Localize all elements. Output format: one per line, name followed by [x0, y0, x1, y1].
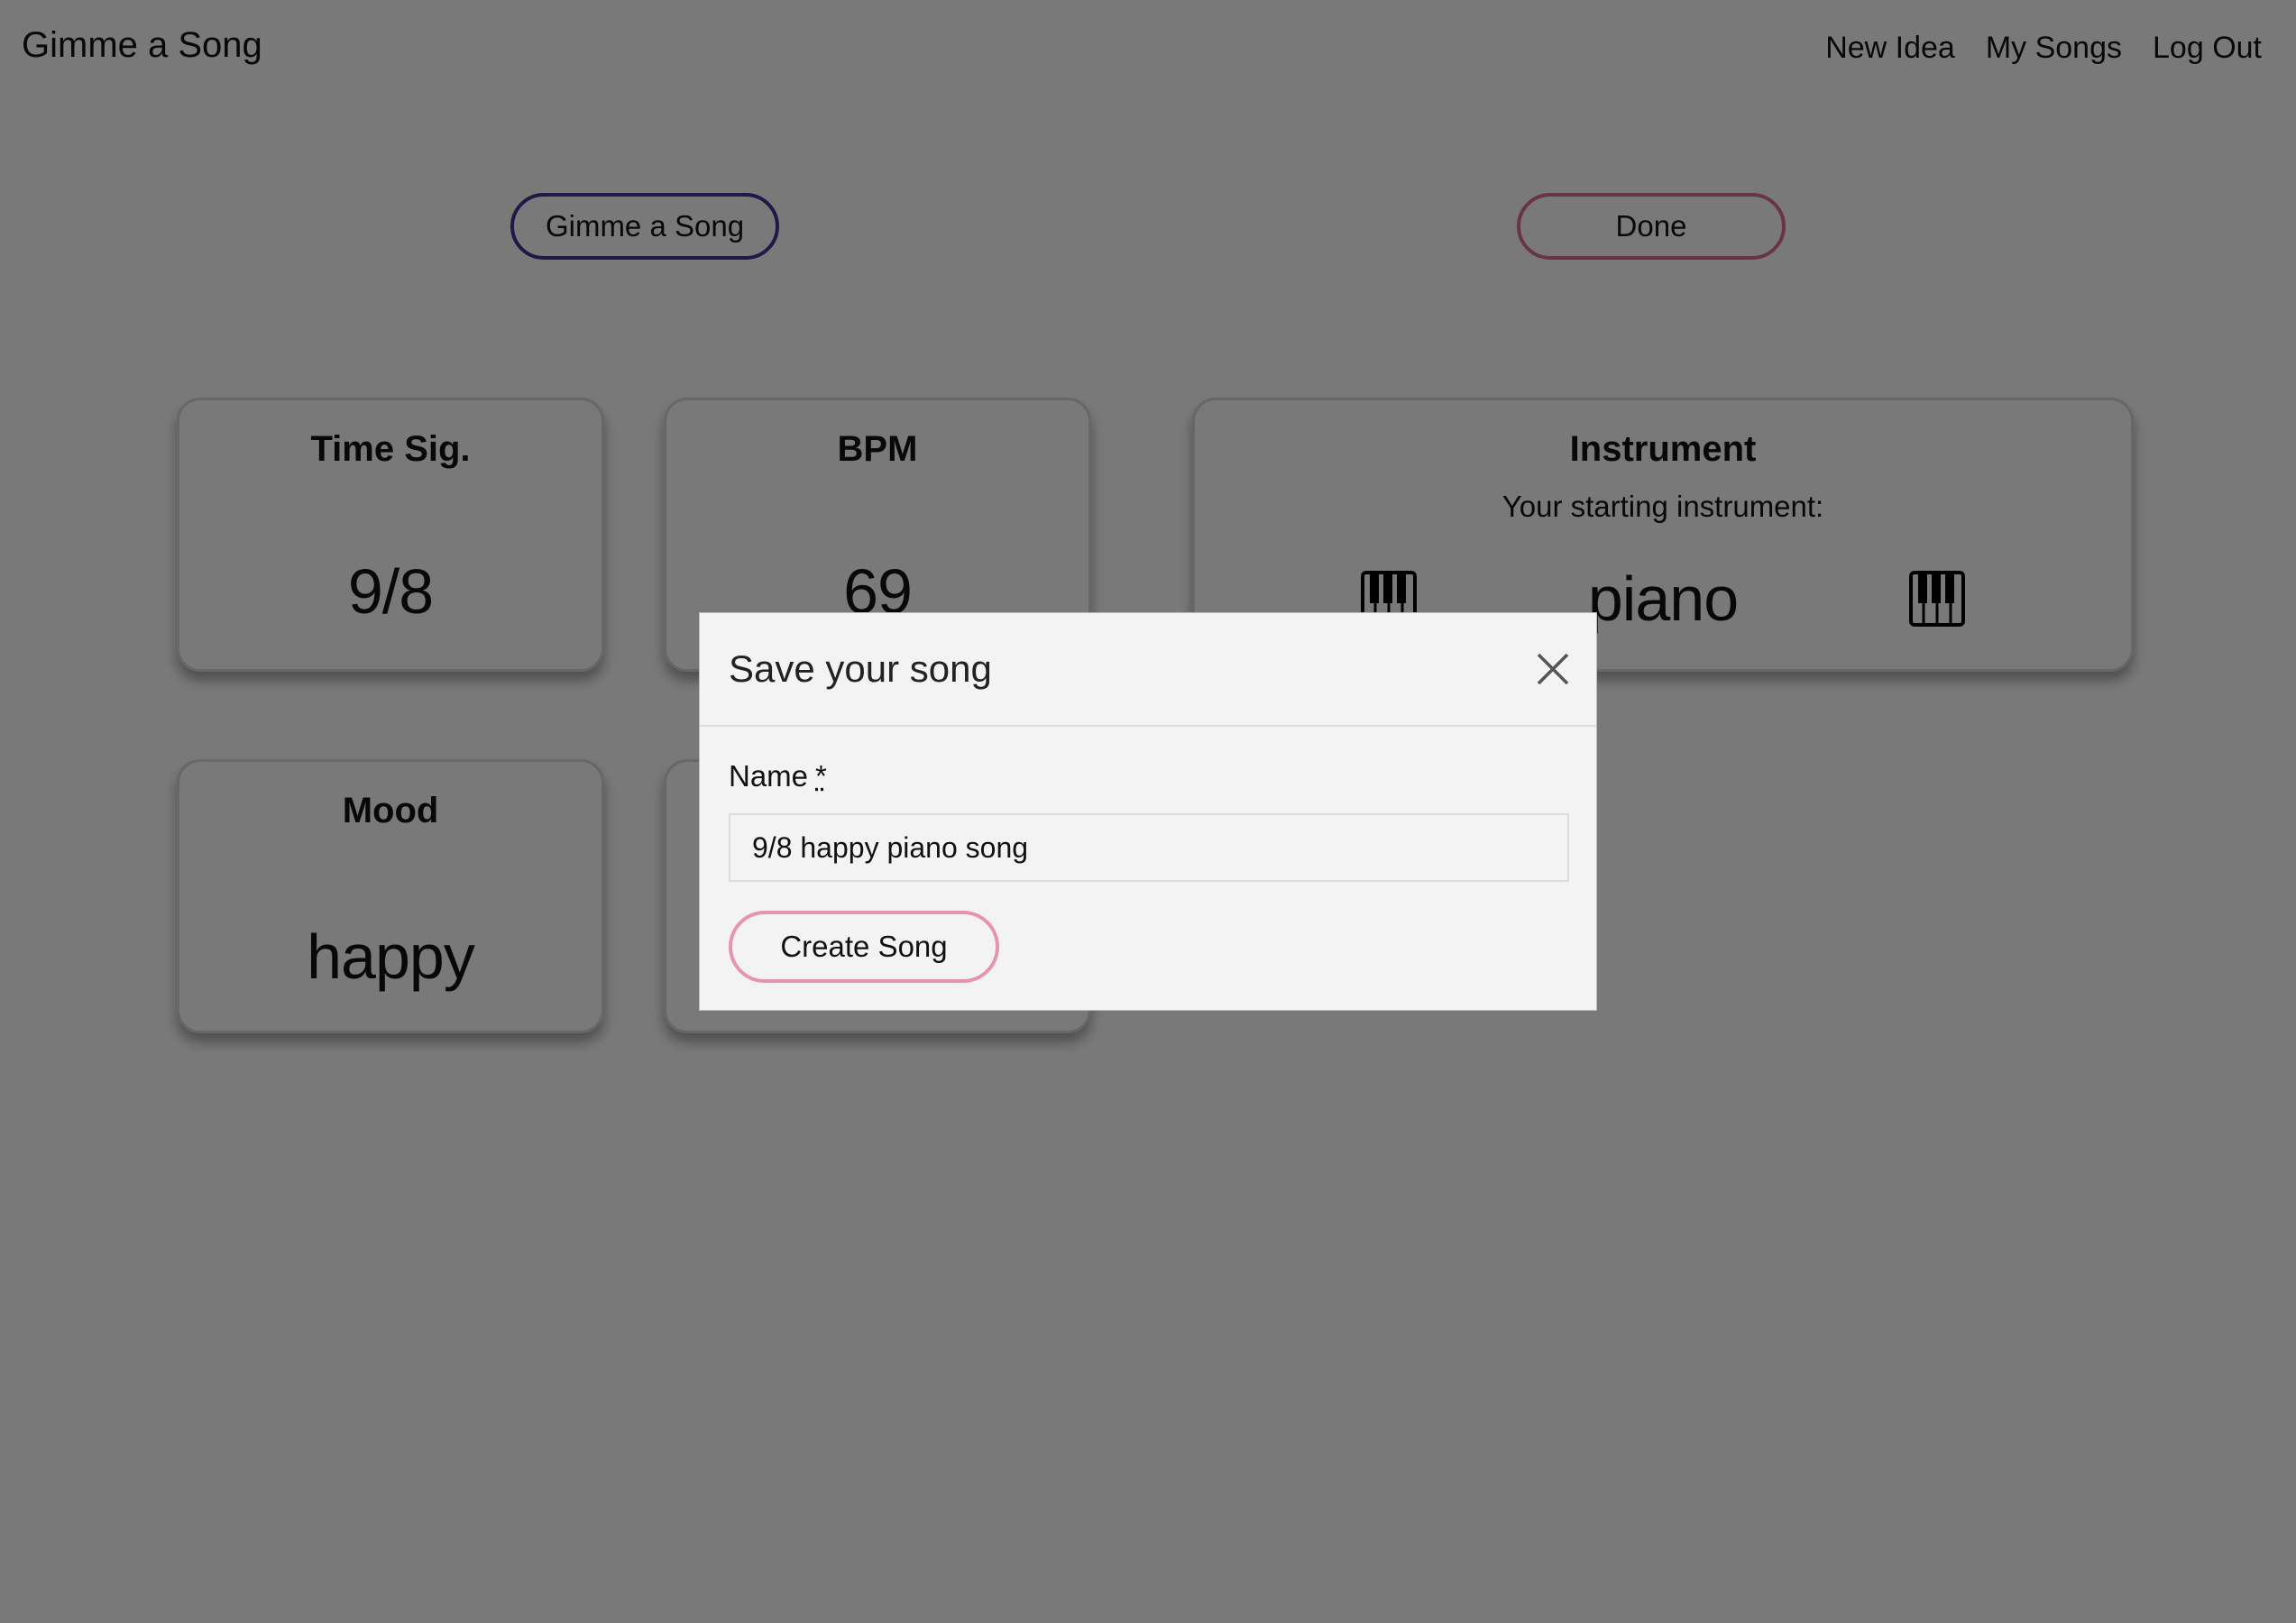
- song-name-input[interactable]: [729, 813, 1569, 882]
- modal-title: Save your song: [729, 647, 992, 690]
- name-field-label: Name *: [729, 759, 827, 793]
- required-marker: *: [815, 759, 827, 793]
- modal-header: Save your song: [700, 613, 1596, 727]
- create-song-button[interactable]: Create Song: [729, 911, 999, 983]
- save-song-modal: Save your song Name* Create Song: [699, 612, 1597, 1011]
- name-label-text: Name: [729, 759, 809, 793]
- close-icon[interactable]: [1533, 649, 1573, 689]
